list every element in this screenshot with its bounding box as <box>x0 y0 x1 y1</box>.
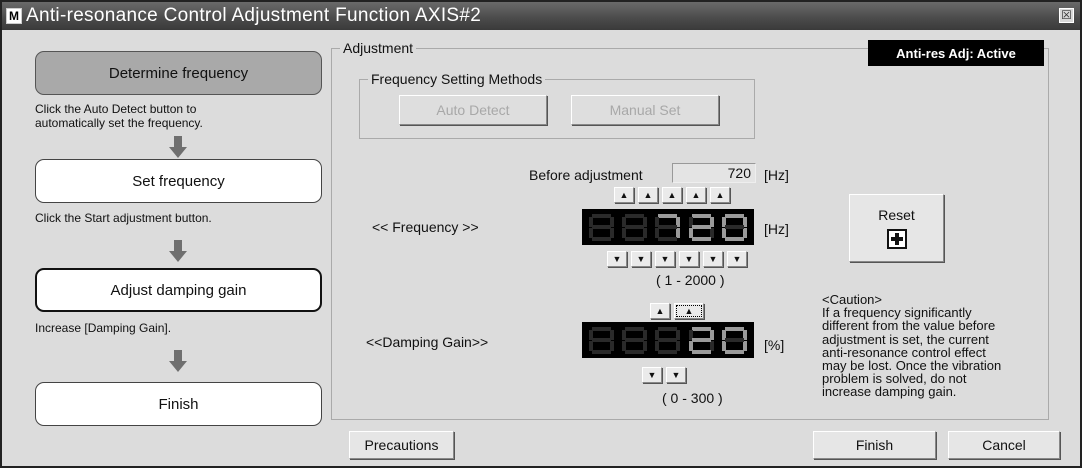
damping-digit-up-button[interactable]: ▲ <box>674 303 704 319</box>
reset-button[interactable]: Reset <box>849 194 944 262</box>
before-adjustment-label: Before adjustment <box>529 167 643 183</box>
step-label: Set frequency <box>132 172 225 190</box>
frequency-digit-up-button[interactable]: ▲ <box>710 187 730 203</box>
step-adjust-damping-gain: Adjust damping gain <box>35 268 322 312</box>
frequency-digit-up-button[interactable]: ▲ <box>614 187 634 203</box>
step-determine-frequency: Determine frequency <box>35 51 322 95</box>
damping-digit-down-button[interactable]: ▼ <box>642 367 662 383</box>
frequency-digit-down-button[interactable]: ▼ <box>703 251 723 267</box>
frequency-unit: [Hz] <box>764 221 789 237</box>
frequency-digit-down-button[interactable]: ▼ <box>655 251 675 267</box>
frequency-digit-up-button[interactable]: ▲ <box>662 187 682 203</box>
dialog-window: M Anti-resonance Control Adjustment Func… <box>0 0 1082 468</box>
frequency-methods-label: Frequency Setting Methods <box>368 71 546 87</box>
frequency-range: ( 1 - 2000 ) <box>656 272 725 288</box>
arrow-down-icon <box>169 240 187 262</box>
frequency-down-buttons: ▼ ▼ ▼ ▼ ▼ ▼ <box>607 251 747 267</box>
frequency-digit-down-button[interactable]: ▼ <box>607 251 627 267</box>
adjustment-group-label: Adjustment <box>340 40 417 56</box>
display-digit <box>621 326 648 354</box>
close-icon[interactable]: ☒ <box>1059 8 1074 23</box>
status-badge: Anti-res Adj: Active <box>868 40 1044 66</box>
step-set-frequency: Set frequency <box>35 159 322 203</box>
damping-digit-up-button[interactable]: ▲ <box>650 303 670 319</box>
display-digit <box>688 213 715 241</box>
damping-down-buttons: ▼ ▼ <box>642 367 686 383</box>
precautions-button[interactable]: Precautions <box>349 431 454 459</box>
before-adjustment-value: 720 <box>672 163 756 183</box>
window-title: Anti-resonance Control Adjustment Functi… <box>26 5 482 26</box>
damping-gain-range: ( 0 - 300 ) <box>662 390 723 406</box>
step-hint: Click the Start adjustment button. <box>35 211 212 225</box>
display-digit <box>688 326 715 354</box>
arrow-down-icon <box>169 350 187 372</box>
plus-icon <box>887 229 907 249</box>
display-digit <box>654 326 681 354</box>
damping-up-buttons: ▲ ▲ <box>650 303 704 319</box>
before-adjustment-unit: [Hz] <box>764 167 789 183</box>
step-finish: Finish <box>35 382 322 426</box>
frequency-digit-down-button[interactable]: ▼ <box>679 251 699 267</box>
cancel-button[interactable]: Cancel <box>948 431 1060 459</box>
frequency-digit-down-button[interactable]: ▼ <box>727 251 747 267</box>
step-label: Determine frequency <box>108 64 249 82</box>
damping-digit-down-button[interactable]: ▼ <box>666 367 686 383</box>
finish-button[interactable]: Finish <box>813 431 936 459</box>
step-label: Finish <box>158 395 199 413</box>
title-bar: M Anti-resonance Control Adjustment Func… <box>2 2 1080 30</box>
display-digit <box>588 213 615 241</box>
frequency-digit-up-button[interactable]: ▲ <box>686 187 706 203</box>
frequency-digit-down-button[interactable]: ▼ <box>631 251 651 267</box>
step-hint: Increase [Damping Gain]. <box>35 321 172 335</box>
caution-text: <Caution> If a frequency significantly d… <box>822 292 1002 400</box>
step-label: Adjust damping gain <box>110 281 247 299</box>
display-digit <box>721 326 748 354</box>
damping-gain-unit: [%] <box>764 337 785 353</box>
step-hint: Click the Auto Detect button to automati… <box>35 102 203 130</box>
frequency-digit-up-button[interactable]: ▲ <box>638 187 658 203</box>
display-digit <box>721 213 748 241</box>
frequency-up-buttons: ▲ ▲ ▲ ▲ ▲ <box>614 187 730 203</box>
manual-set-button[interactable]: Manual Set <box>571 95 719 125</box>
reset-label: Reset <box>878 207 915 223</box>
frequency-label: << Frequency >> <box>372 219 479 235</box>
app-icon: M <box>6 8 22 24</box>
damping-gain-label: <<Damping Gain>> <box>366 334 489 350</box>
frequency-display <box>582 209 754 245</box>
arrow-down-icon <box>169 136 187 158</box>
auto-detect-button[interactable]: Auto Detect <box>399 95 547 125</box>
display-digit <box>654 213 681 241</box>
display-digit <box>621 213 648 241</box>
damping-gain-display <box>582 322 754 358</box>
display-digit <box>588 326 615 354</box>
